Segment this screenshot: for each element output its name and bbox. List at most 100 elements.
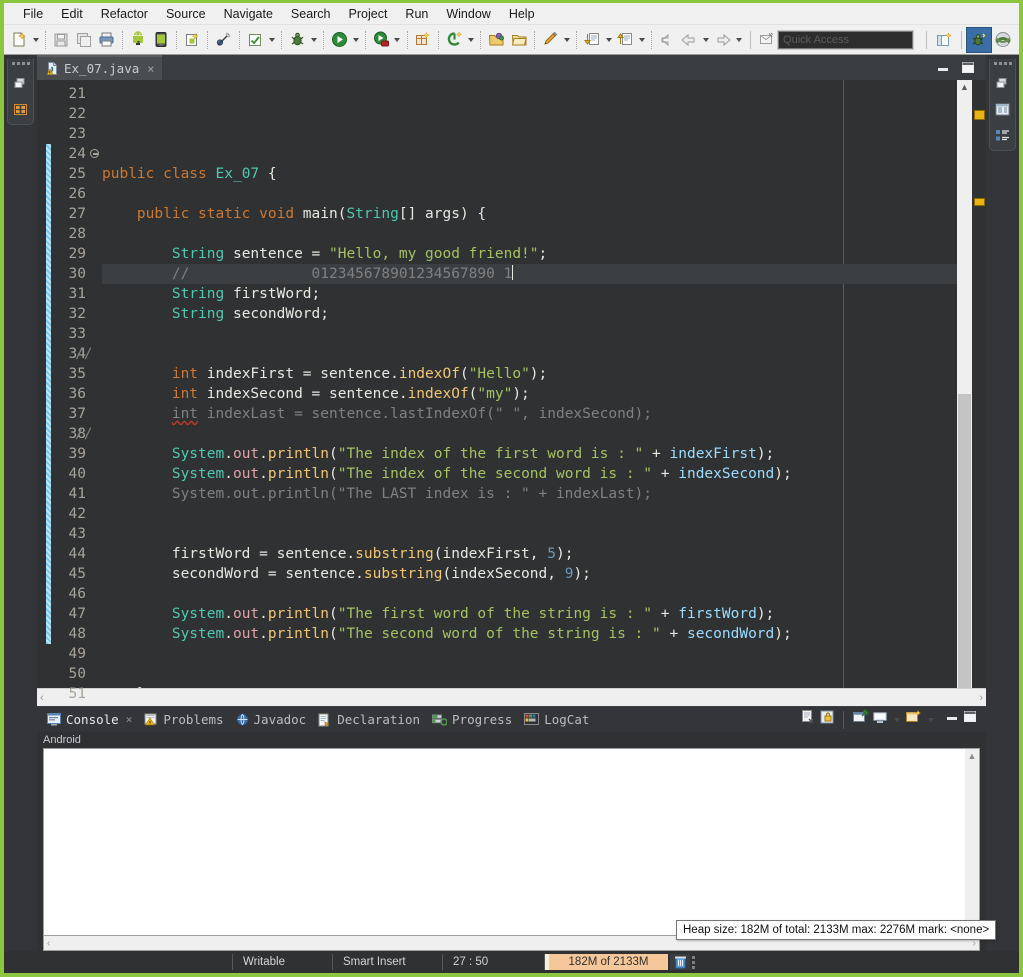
code-line[interactable] [102, 584, 957, 604]
coverage-icon[interactable] [370, 28, 393, 52]
outline-icon[interactable] [993, 126, 1012, 145]
save-all-icon[interactable] [73, 28, 96, 52]
run-icon[interactable] [328, 28, 351, 52]
scroll-lock-icon[interactable] [819, 709, 835, 730]
check-dropdown-arrow[interactable] [267, 28, 277, 52]
scroll-left-icon[interactable]: ‹ [47, 938, 50, 949]
next-annotation-icon[interactable] [581, 28, 604, 52]
scroll-up-icon[interactable]: ▲ [968, 751, 977, 761]
external-tools-dropdown-arrow[interactable] [466, 28, 476, 52]
console-tab-declaration[interactable]: Declaration [314, 707, 428, 733]
debug-perspective-icon[interactable] [966, 26, 993, 53]
console-tab-logcat[interactable]: LogCat [520, 707, 597, 733]
console-output-text[interactable] [43, 748, 965, 936]
code-line[interactable] [102, 644, 957, 664]
console-tab-problems[interactable]: Problems [140, 707, 231, 733]
code-line[interactable]: public class Ex_07 { [102, 164, 957, 184]
code-line[interactable]: System.out.println("The second word of t… [102, 624, 957, 644]
code-line[interactable]: secondWord = sentence.substring(indexSec… [102, 564, 957, 584]
fold-collapse-icon[interactable] [90, 149, 99, 158]
code-line[interactable]: System.out.println("The index of the sec… [102, 464, 957, 484]
new-java-package-icon[interactable] [412, 28, 435, 52]
code-line[interactable]: System.out.println("The first word of th… [102, 604, 957, 624]
back-icon[interactable] [656, 28, 679, 52]
quick-access-input[interactable] [777, 29, 915, 50]
menu-item-source[interactable]: Source [157, 5, 215, 23]
open-type-icon[interactable] [485, 28, 508, 52]
forward-nav-icon[interactable] [712, 28, 735, 52]
pin-editor-icon[interactable] [755, 28, 778, 52]
garbage-collect-icon[interactable] [670, 954, 690, 970]
menu-item-edit[interactable]: Edit [52, 5, 92, 23]
task-list-icon[interactable] [993, 100, 1012, 119]
code-line[interactable]: int indexFirst = sentence.indexOf("Hello… [102, 364, 957, 384]
external-tools-icon[interactable] [443, 28, 466, 52]
java-perspective-icon[interactable] [991, 28, 1015, 52]
code-line[interactable] [102, 344, 957, 364]
console-tab-console[interactable]: Console × [43, 707, 140, 733]
restore-icon[interactable] [993, 74, 1012, 93]
editor-horizontal-scrollbar[interactable]: ‹ › [37, 688, 986, 706]
drag-handle-dots[interactable] [993, 62, 1012, 65]
previous-annotation-icon[interactable] [614, 28, 637, 52]
scroll-up-icon[interactable]: ▲ [957, 80, 972, 94]
code-line[interactable]: firstWord = sentence.substring(indexFirs… [102, 544, 957, 564]
code-line[interactable] [102, 524, 957, 544]
code-line[interactable]: public static void main(String[] args) { [102, 204, 957, 224]
next-annotation-dropdown-arrow[interactable] [604, 28, 614, 52]
print-icon[interactable] [95, 28, 118, 52]
menu-item-help[interactable]: Help [500, 5, 544, 23]
previous-annotation-dropdown-arrow[interactable] [637, 28, 647, 52]
restore-icon[interactable] [11, 74, 30, 93]
warning-marker[interactable] [974, 110, 985, 120]
code-line[interactable]: String sentence = "Hello, my good friend… [102, 244, 957, 264]
warning-marker[interactable] [974, 198, 985, 206]
code-line[interactable] [102, 224, 957, 244]
new-file-dropdown-arrow[interactable] [31, 28, 41, 52]
code-line[interactable]: int indexSecond = sentence.indexOf("my")… [102, 384, 957, 404]
android-avd-manager-icon[interactable] [149, 28, 172, 52]
clear-console-icon[interactable] [800, 709, 816, 730]
menu-item-window[interactable]: Window [437, 5, 499, 23]
open-console-icon[interactable] [905, 709, 922, 730]
debug-dropdown-arrow[interactable] [308, 28, 318, 52]
code-line[interactable] [102, 424, 957, 444]
close-icon[interactable]: × [126, 713, 133, 726]
heap-usage-bar[interactable]: 182M of 2133M [545, 954, 668, 970]
vertical-scroll-thumb[interactable] [958, 94, 971, 394]
annotation-dropdown-arrow[interactable] [562, 28, 572, 52]
console-tab-javadoc[interactable]: Javadoc [232, 707, 315, 733]
menu-item-refactor[interactable]: Refactor [92, 5, 157, 23]
check-icon[interactable] [244, 28, 267, 52]
menu-item-project[interactable]: Project [340, 5, 397, 23]
console-vertical-scrollbar[interactable]: ▲ ▼ [965, 748, 980, 936]
code-line[interactable]: int indexLast = sentence.lastIndexOf(" "… [102, 404, 957, 424]
scroll-left-icon[interactable]: ‹ [40, 692, 44, 704]
menu-item-run[interactable]: Run [396, 5, 437, 23]
android-sdk-manager-icon[interactable] [127, 28, 150, 52]
forward-nav-dropdown-arrow[interactable] [734, 28, 744, 52]
run-dropdown-arrow[interactable] [350, 28, 360, 52]
code-line[interactable] [102, 184, 957, 204]
maximize-icon[interactable] [960, 61, 976, 80]
package-explorer-icon[interactable] [11, 100, 30, 119]
editor-vertical-scrollbar[interactable]: ▲ [957, 80, 972, 688]
save-icon[interactable] [50, 28, 73, 52]
open-resource-icon[interactable] [508, 28, 531, 52]
new-android-project-icon[interactable] [181, 28, 204, 52]
coverage-dropdown-arrow[interactable] [392, 28, 402, 52]
heap-status[interactable]: 182M of 2133M [544, 954, 695, 970]
close-icon[interactable]: × [147, 62, 154, 76]
display-selected-console-icon[interactable] [872, 710, 888, 730]
code-line[interactable]: } [102, 684, 957, 688]
scroll-right-icon[interactable]: › [979, 692, 983, 704]
folding-ruler[interactable]: // // [75, 80, 102, 688]
open-perspective-icon[interactable] [932, 28, 956, 52]
skip-breakpoints-icon[interactable] [212, 28, 235, 52]
code-line[interactable] [102, 324, 957, 344]
code-line[interactable]: String firstWord; [102, 284, 957, 304]
code-line[interactable] [102, 664, 957, 684]
drag-handle-dots[interactable] [11, 62, 30, 65]
forward-icon[interactable] [679, 28, 702, 52]
forward-dropdown-arrow[interactable] [701, 28, 711, 52]
